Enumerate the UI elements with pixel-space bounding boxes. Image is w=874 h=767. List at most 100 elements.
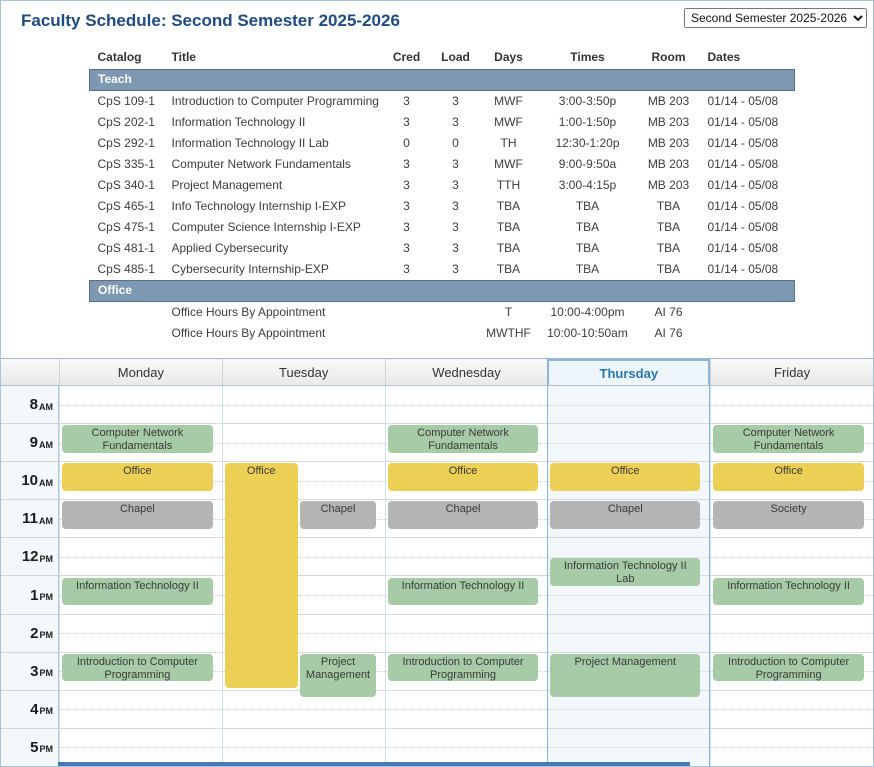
cell-load: 3 bbox=[432, 196, 480, 217]
table-row: CpS 292-1Information Technology II Lab00… bbox=[90, 133, 795, 154]
cell-days: TTH bbox=[480, 175, 538, 196]
time-label-suffix: PM bbox=[40, 744, 54, 754]
table-row: CpS 109-1Introduction to Computer Progra… bbox=[90, 91, 795, 113]
section-band-row: Office bbox=[90, 281, 795, 302]
calendar-event-class: Project Management bbox=[300, 654, 375, 698]
calendar-hour-cell bbox=[60, 615, 222, 653]
cell-cred bbox=[382, 323, 432, 344]
calendar-hour-cell bbox=[386, 615, 548, 653]
time-label-number: 11 bbox=[22, 510, 38, 527]
calendar-day-header-tuesday: Tuesday bbox=[222, 359, 385, 385]
time-label-suffix: AM bbox=[39, 440, 53, 450]
calendar-event-other: Chapel bbox=[62, 501, 213, 529]
time-label: 2PM bbox=[1, 615, 58, 653]
semester-select[interactable]: Second Semester 2025-2026 bbox=[684, 8, 867, 28]
col-header-room: Room bbox=[638, 47, 700, 70]
cell-catalog: CpS 465-1 bbox=[90, 196, 172, 217]
cell-dates: 01/14 - 05/08 bbox=[700, 133, 795, 154]
table-row: CpS 465-1Info Technology Internship I-EX… bbox=[90, 196, 795, 217]
cell-room: MB 203 bbox=[638, 91, 700, 113]
cell-dates bbox=[700, 302, 795, 324]
time-label-number: 10 bbox=[21, 472, 38, 489]
calendar-event-other: Chapel bbox=[388, 501, 539, 529]
cell-dates: 01/14 - 05/08 bbox=[700, 175, 795, 196]
cell-times: TBA bbox=[538, 238, 638, 259]
cell-catalog bbox=[90, 323, 172, 344]
cell-days: TH bbox=[480, 133, 538, 154]
section-band-label: Office bbox=[90, 281, 795, 302]
time-label-suffix: PM bbox=[40, 706, 54, 716]
cell-cred: 3 bbox=[382, 112, 432, 133]
cell-title: Office Hours By Appointment bbox=[172, 323, 382, 344]
cell-days: MWF bbox=[480, 112, 538, 133]
calendar-event-office: Office bbox=[388, 463, 539, 491]
calendar-event-class: Introduction to Computer Programming bbox=[713, 654, 864, 682]
calendar-event-office: Office bbox=[62, 463, 213, 491]
calendar-event-class: Introduction to Computer Programming bbox=[388, 654, 539, 682]
calendar-column-monday: Computer Network Fundamentals Office Chape… bbox=[59, 386, 222, 767]
calendar-hour-cell bbox=[60, 691, 222, 729]
calendar-event-class: Computer Network Fundamentals bbox=[713, 425, 864, 453]
cell-times: 3:00-3:50p bbox=[538, 91, 638, 113]
calendar-hour-cell bbox=[223, 424, 385, 462]
time-label-number: 8 bbox=[30, 396, 38, 413]
cell-days: T bbox=[480, 302, 538, 324]
calendar-hour-cell bbox=[711, 691, 873, 729]
table-row: CpS 475-1Computer Science Internship I-E… bbox=[90, 217, 795, 238]
calendar-time-column: 8AM9AM10AM11AM12PM1PM2PM3PM4PM5PM bbox=[1, 386, 59, 767]
calendar-event-class: Project Management bbox=[550, 654, 700, 698]
calendar-event-office: Office bbox=[550, 463, 700, 491]
cell-title: Information Technology II Lab bbox=[172, 133, 382, 154]
cell-catalog: CpS 202-1 bbox=[90, 112, 172, 133]
time-label: 8AM bbox=[1, 386, 58, 424]
cell-title: Computer Network Fundamentals bbox=[172, 154, 382, 175]
schedule-table-body: TeachCpS 109-1Introduction to Computer P… bbox=[90, 70, 795, 345]
time-label-number: 3 bbox=[30, 663, 38, 680]
horizontal-scrollbar-thumb[interactable] bbox=[58, 762, 690, 766]
time-label-suffix: AM bbox=[39, 478, 53, 488]
cell-days: TBA bbox=[480, 238, 538, 259]
time-label-number: 12 bbox=[22, 548, 39, 565]
calendar-day-header-monday: Monday bbox=[59, 359, 222, 385]
cell-cred: 3 bbox=[382, 154, 432, 175]
time-label: 10AM bbox=[1, 462, 58, 500]
cell-times: 12:30-1:20p bbox=[538, 133, 638, 154]
calendar-event-class: Introduction to Computer Programming bbox=[62, 654, 213, 682]
section-band-label: Teach bbox=[90, 70, 795, 91]
calendar-event-class: Computer Network Fundamentals bbox=[62, 425, 213, 453]
time-label: 1PM bbox=[1, 576, 58, 614]
cell-times: 3:00-4:15p bbox=[538, 175, 638, 196]
weekly-calendar: MondayTuesdayWednesdayThursdayFriday 8AM… bbox=[1, 358, 873, 767]
cell-dates: 01/14 - 05/08 bbox=[700, 112, 795, 133]
time-label-suffix: PM bbox=[40, 630, 54, 640]
cell-catalog: CpS 335-1 bbox=[90, 154, 172, 175]
cell-cred: 3 bbox=[382, 259, 432, 281]
time-label-number: 4 bbox=[30, 701, 38, 718]
calendar-corner bbox=[1, 359, 59, 385]
calendar-hour-cell bbox=[60, 386, 222, 424]
cell-load: 3 bbox=[432, 238, 480, 259]
calendar-event-class: Information Technology II bbox=[713, 578, 864, 606]
cell-room: MB 203 bbox=[638, 154, 700, 175]
calendar-event-office: Office bbox=[713, 463, 864, 491]
cell-cred: 3 bbox=[382, 238, 432, 259]
table-row: Office Hours By AppointmentT10:00-4:00pm… bbox=[90, 302, 795, 324]
time-label: 9AM bbox=[1, 424, 58, 462]
calendar-column-friday: Computer Network Fundamentals Office Socie… bbox=[710, 386, 873, 767]
calendar-hour-cell bbox=[223, 386, 385, 424]
calendar-hour-cell bbox=[386, 386, 548, 424]
cell-title: Applied Cybersecurity bbox=[172, 238, 382, 259]
cell-times: TBA bbox=[538, 217, 638, 238]
cell-load: 3 bbox=[432, 112, 480, 133]
cell-dates bbox=[700, 323, 795, 344]
calendar-day-header-row: MondayTuesdayWednesdayThursdayFriday bbox=[1, 359, 873, 386]
cell-room: TBA bbox=[638, 259, 700, 281]
calendar-column-thursday: OfficeChapelInformation Technology II La… bbox=[547, 386, 710, 767]
cell-title: Cybersecurity Internship-EXP bbox=[172, 259, 382, 281]
cell-load bbox=[432, 323, 480, 344]
calendar-hour-cell bbox=[711, 386, 873, 424]
calendar-hour-cell bbox=[711, 538, 873, 576]
time-label-number: 1 bbox=[30, 587, 38, 604]
cell-dates: 01/14 - 05/08 bbox=[700, 259, 795, 281]
calendar-event-other: Society bbox=[713, 501, 864, 529]
